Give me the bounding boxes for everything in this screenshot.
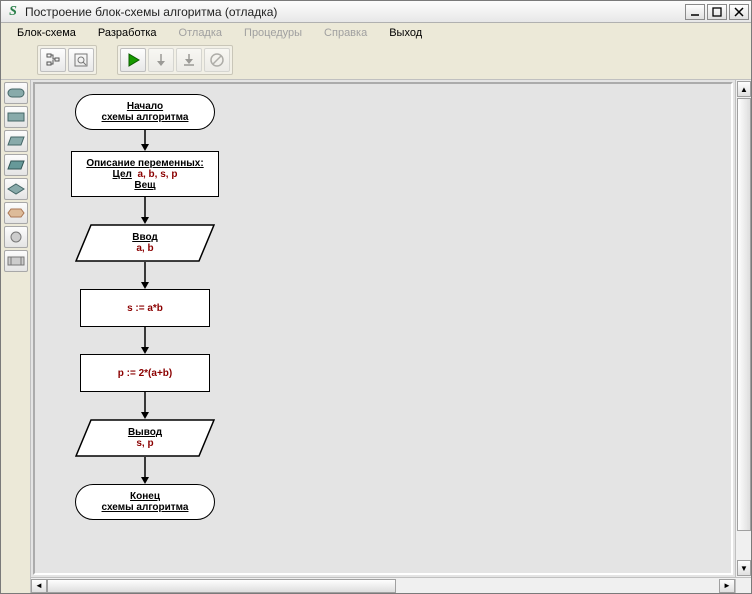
menu-debug: Отладка xyxy=(169,25,232,41)
app-window: S Построение блок-схемы алгоритма (отлад… xyxy=(0,0,752,594)
palette-decision[interactable] xyxy=(4,178,28,200)
menubar: Блок-схема Разработка Отладка Процедуры … xyxy=(1,23,751,43)
scrollbar-corner xyxy=(735,579,751,593)
vscroll-thumb[interactable] xyxy=(737,98,751,531)
menu-help: Справка xyxy=(314,25,377,41)
start-label: Начало xyxy=(127,101,163,112)
node-end[interactable]: Конец схемы алгоритма xyxy=(75,484,215,520)
start-sublabel: схемы алгоритма xyxy=(102,112,189,123)
int-label: Цел xyxy=(113,169,132,180)
scroll-right-button[interactable]: ► xyxy=(719,579,735,593)
hscroll-track[interactable] xyxy=(47,579,719,593)
main-area: Начало схемы алгоритма Описание переменн… xyxy=(1,79,751,593)
node-input[interactable]: Ввод a, b xyxy=(75,224,215,262)
output-label: Вывод xyxy=(128,427,162,438)
palette-process[interactable] xyxy=(4,106,28,128)
palette-io-alt[interactable] xyxy=(4,154,28,176)
vscroll-track[interactable] xyxy=(737,98,751,559)
maximize-button[interactable] xyxy=(707,4,727,20)
toolbar-group-debug xyxy=(117,45,233,75)
real-label: Вещ xyxy=(134,180,155,191)
stop-button[interactable] xyxy=(204,48,230,72)
app-icon: S xyxy=(5,4,21,20)
minimize-button[interactable] xyxy=(685,4,705,20)
run-button[interactable] xyxy=(120,48,146,72)
palette-preparation[interactable] xyxy=(4,202,28,224)
output-vars: s, p xyxy=(136,438,153,449)
step-into-button[interactable] xyxy=(148,48,174,72)
scroll-up-button[interactable]: ▲ xyxy=(737,81,751,97)
horizontal-scrollbar[interactable]: ◄ ► xyxy=(31,577,751,593)
toolbar-group-left xyxy=(37,45,97,75)
palette-connector[interactable] xyxy=(4,226,28,248)
toolbar-btn-preview[interactable] xyxy=(68,48,94,72)
flowchart-canvas[interactable]: Начало схемы алгоритма Описание переменн… xyxy=(33,82,733,575)
scroll-left-button[interactable]: ◄ xyxy=(31,579,47,593)
vertical-scrollbar[interactable]: ▲ ▼ xyxy=(735,80,751,577)
arrow-1 xyxy=(140,130,150,152)
menu-scheme[interactable]: Блок-схема xyxy=(7,25,86,41)
scroll-down-button[interactable]: ▼ xyxy=(737,560,751,576)
menu-dev[interactable]: Разработка xyxy=(88,25,167,41)
process-1-expr: s := a*b xyxy=(127,303,163,314)
int-vars: a, b, s, p xyxy=(137,169,177,180)
node-process-2[interactable]: p := 2*(a+b) xyxy=(80,354,210,392)
window-title: Построение блок-схемы алгоритма (отладка… xyxy=(25,5,685,19)
node-output[interactable]: Вывод s, p xyxy=(75,419,215,457)
palette-terminator[interactable] xyxy=(4,82,28,104)
menu-procedures: Процедуры xyxy=(234,25,312,41)
toolbars xyxy=(1,43,751,79)
node-var-declaration[interactable]: Описание переменных: Цел a, b, s, p Вещ xyxy=(71,151,219,197)
arrow-5 xyxy=(140,392,150,420)
input-label: Ввод xyxy=(132,232,158,243)
arrow-2 xyxy=(140,197,150,225)
palette-predefined[interactable] xyxy=(4,250,28,272)
input-vars: a, b xyxy=(136,243,153,254)
end-label: Конец xyxy=(130,491,160,502)
desc-header: Описание переменных: xyxy=(86,158,203,169)
step-over-button[interactable] xyxy=(176,48,202,72)
titlebar: S Построение блок-схемы алгоритма (отлад… xyxy=(1,1,751,23)
node-process-1[interactable]: s := a*b xyxy=(80,289,210,327)
menu-exit[interactable]: Выход xyxy=(379,25,432,41)
process-2-expr: p := 2*(a+b) xyxy=(118,368,172,379)
hscroll-thumb[interactable] xyxy=(47,579,396,593)
end-sublabel: схемы алгоритма xyxy=(102,502,189,513)
toolbar-btn-tree[interactable] xyxy=(40,48,66,72)
node-start[interactable]: Начало схемы алгоритма xyxy=(75,94,215,130)
close-button[interactable] xyxy=(729,4,749,20)
arrow-3 xyxy=(140,262,150,290)
shape-palette xyxy=(1,80,31,593)
palette-io[interactable] xyxy=(4,130,28,152)
canvas-wrapper: Начало схемы алгоритма Описание переменн… xyxy=(31,80,751,593)
arrow-4 xyxy=(140,327,150,355)
window-controls xyxy=(685,4,749,20)
arrow-6 xyxy=(140,457,150,485)
